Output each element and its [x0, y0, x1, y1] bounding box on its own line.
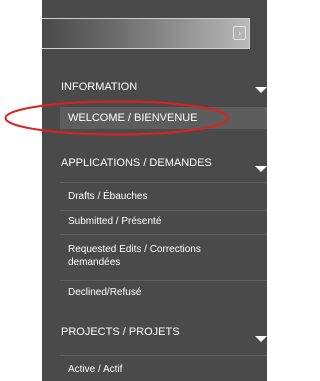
- caret-down-icon[interactable]: [255, 87, 267, 93]
- caret-down-icon[interactable]: [255, 336, 267, 342]
- sidebar-nav: › INFORMATION WELCOME / BIENVENUE APPLIC…: [42, 0, 267, 381]
- section-header-information[interactable]: INFORMATION: [42, 76, 267, 98]
- nav-item-submitted-label: Submitted / Présenté: [68, 216, 162, 227]
- section-header-projects[interactable]: PROJECTS / PROJETS: [42, 321, 267, 343]
- search-input[interactable]: [42, 19, 232, 48]
- section-header-applications[interactable]: APPLICATIONS / DEMANDES: [42, 152, 267, 174]
- divider: [60, 280, 267, 281]
- section-label-projects: PROJECTS / PROJETS: [61, 326, 180, 338]
- divider: [60, 234, 267, 235]
- divider: [60, 182, 267, 183]
- nav-item-active[interactable]: Active / Actif: [60, 363, 267, 377]
- chevron-right-icon[interactable]: ›: [233, 26, 246, 40]
- nav-item-active-label: Active / Actif: [68, 364, 123, 375]
- nav-item-submitted[interactable]: Submitted / Présenté: [60, 215, 267, 229]
- search-bar[interactable]: ›: [42, 18, 250, 49]
- nav-item-declined[interactable]: Declined/Refusé: [60, 286, 267, 300]
- nav-item-declined-label: Declined/Refusé: [68, 287, 142, 298]
- nav-item-drafts[interactable]: Drafts / Ébauches: [60, 190, 267, 204]
- nav-item-welcome-label: WELCOME / BIENVENUE: [68, 112, 198, 124]
- nav-item-requested-edits[interactable]: Requested Edits / Corrections demandées: [60, 243, 267, 271]
- divider: [60, 210, 267, 211]
- divider: [60, 355, 267, 356]
- nav-item-requested-edits-label: Requested Edits / Corrections demandées: [68, 244, 201, 268]
- caret-down-icon[interactable]: [255, 166, 267, 172]
- section-label-information: INFORMATION: [61, 81, 138, 93]
- nav-item-drafts-label: Drafts / Ébauches: [68, 191, 148, 202]
- section-label-applications: APPLICATIONS / DEMANDES: [61, 157, 212, 169]
- nav-item-welcome[interactable]: WELCOME / BIENVENUE: [60, 108, 267, 129]
